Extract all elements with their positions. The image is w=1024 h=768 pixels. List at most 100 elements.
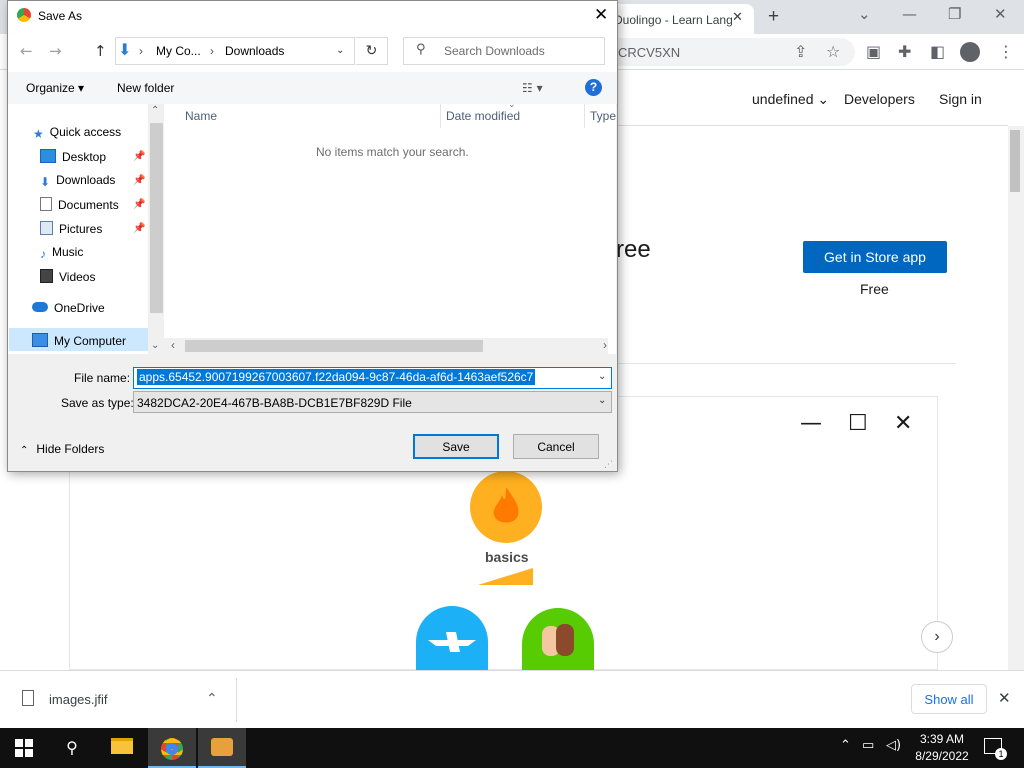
address-text: CRCV5XN [618, 45, 681, 60]
progress-wedge-icon [478, 568, 533, 585]
windows-start-icon[interactable] [0, 728, 48, 768]
breadcrumb-my-computer[interactable]: My Co... [156, 44, 201, 58]
search-icon[interactable]: ⚲ [48, 728, 96, 768]
search-icon: ⚲ [416, 42, 426, 57]
notification-badge: 1 [995, 748, 1007, 760]
back-arrow-icon[interactable]: ← [20, 42, 33, 60]
menu-icon[interactable]: ⋮ [998, 42, 1014, 61]
view-options-icon[interactable]: ☷ ▾ [522, 81, 543, 95]
profile-icon[interactable] [960, 42, 980, 62]
tab-close-icon[interactable]: ✕ [732, 9, 743, 25]
forward-arrow-icon[interactable]: → [49, 42, 62, 60]
nav-item-videos[interactable]: Videos [40, 269, 95, 284]
nav-label: OneDrive [54, 301, 105, 315]
file-icon [22, 690, 34, 706]
pin-icon[interactable]: 📌 [133, 199, 145, 210]
page-scrollbar-thumb[interactable] [1010, 130, 1020, 192]
nav-label: Quick access [49, 125, 122, 139]
pin-icon[interactable]: 📌 [133, 151, 145, 162]
chevron-down-icon[interactable]: ⌄ [336, 45, 344, 56]
nav-undefined[interactable]: undefined ⌄ [752, 91, 829, 108]
column-header-date-modified[interactable]: Date modified [446, 109, 520, 123]
scroll-up-icon[interactable]: ⌃ [151, 105, 159, 116]
people-skill-icon [522, 608, 594, 670]
organize-menu[interactable]: Organize ▾ [26, 81, 84, 95]
help-icon[interactable]: ? [585, 79, 602, 96]
new-folder-button[interactable]: New folder [117, 81, 174, 95]
chevron-down-icon[interactable]: ⌄ [598, 395, 606, 406]
column-header-type[interactable]: Type [590, 109, 616, 123]
pin-icon[interactable]: 📌 [133, 175, 145, 186]
browser-tab[interactable]: Duolingo - Learn Lang [600, 4, 754, 34]
scroll-right-icon[interactable]: › [603, 338, 607, 352]
nav-item-quick-access[interactable]: ★ Quick access [33, 125, 121, 141]
window-close-icon[interactable]: ✕ [994, 5, 1007, 23]
column-header-name[interactable]: Name [185, 109, 217, 123]
new-tab-button[interactable]: + [768, 6, 779, 28]
pin-icon[interactable]: 📌 [133, 223, 145, 234]
downloads-close-icon[interactable]: ✕ [998, 689, 1011, 707]
extension-icon[interactable]: ✚ [898, 42, 911, 61]
column-separator[interactable] [440, 104, 441, 128]
file-name-value: apps.65452.9007199267003607.f22da094-9c8… [137, 369, 536, 385]
nav-item-onedrive[interactable]: OneDrive [32, 301, 105, 315]
nav-item-documents[interactable]: Documents [40, 197, 119, 212]
file-explorer-icon[interactable] [98, 728, 146, 768]
nav-item-music[interactable]: ♪ Music [40, 245, 83, 261]
download-item[interactable]: images.jfif [49, 692, 108, 707]
scroll-left-icon[interactable]: ‹ [171, 338, 175, 352]
download-icon: ⬇ [40, 175, 51, 189]
cancel-button[interactable]: Cancel [513, 434, 599, 459]
nav-label: Downloads [56, 173, 116, 187]
scroll-down-icon[interactable]: ⌄ [151, 340, 159, 351]
address-bar[interactable]: CRCV5XN [600, 38, 855, 66]
download-icon: ⬇ [118, 40, 132, 59]
nav-undefined-label: undefined [752, 91, 814, 107]
dialog-titlebar[interactable] [8, 1, 617, 32]
nav-item-desktop[interactable]: Desktop [40, 149, 106, 164]
nav-item-pictures[interactable]: Pictures [40, 221, 102, 236]
hide-folders-toggle[interactable]: ⌃ Hide Folders [20, 442, 104, 456]
share-icon[interactable]: ⇪ [794, 42, 807, 61]
maximize-icon[interactable]: ❐ [948, 5, 961, 23]
nav-label: Videos [59, 270, 96, 284]
hide-folders-label: Hide Folders [36, 442, 105, 456]
minimize-icon[interactable]: — [902, 5, 917, 23]
chrome-icon[interactable] [148, 728, 196, 768]
clipboard-icon[interactable]: ▣ [866, 42, 881, 61]
show-all-button[interactable]: Show all [911, 684, 987, 714]
tab-search-icon[interactable]: ⌄ [858, 5, 871, 23]
nav-pane-scrollbar-thumb[interactable] [150, 123, 163, 313]
page-scrollbar[interactable] [1008, 126, 1024, 670]
nav-item-my-computer[interactable]: My Computer [32, 333, 126, 348]
chevron-down-icon[interactable]: ⌄ [598, 371, 606, 382]
breadcrumb-separator-icon: › [139, 44, 143, 58]
next-screenshot-button[interactable]: › [921, 621, 953, 653]
save-as-type-select[interactable]: 3482DCA2-20E4-467B-BA8B-DCB1E7BF829D Fil… [133, 391, 612, 413]
chevron-up-icon[interactable]: ⌃ [206, 690, 218, 707]
videos-icon [40, 269, 53, 283]
nav-label: Music [52, 245, 84, 259]
file-list-hscrollbar-thumb[interactable] [185, 340, 483, 352]
preview-close-icon: ✕ [894, 411, 913, 436]
get-in-store-button[interactable]: Get in Store app [803, 241, 947, 273]
nav-developers[interactable]: Developers [844, 91, 915, 107]
nav-item-downloads[interactable]: ⬇ Downloads [40, 173, 115, 189]
up-arrow-icon[interactable]: ↑ [94, 42, 107, 60]
save-button[interactable]: Save [413, 434, 499, 459]
chevron-up-icon[interactable]: ⌃ [840, 738, 851, 753]
refresh-button[interactable]: ↻ [356, 37, 388, 65]
network-icon[interactable]: ▭ [862, 738, 874, 753]
dialog-close-icon[interactable]: ✕ [594, 5, 608, 25]
column-separator[interactable] [584, 104, 585, 128]
nav-sign-in[interactable]: Sign in [939, 91, 982, 107]
breadcrumb-downloads[interactable]: Downloads [225, 44, 284, 58]
resize-grip-icon[interactable]: ⋰ [604, 460, 613, 470]
star-icon[interactable]: ☆ [826, 42, 840, 61]
nav-label: My Computer [54, 334, 127, 348]
clock[interactable]: 3:39 AM 8/29/2022 [912, 731, 972, 765]
volume-icon[interactable]: ◁) [886, 738, 901, 753]
preview-minimize-icon: — [800, 411, 822, 436]
app-icon[interactable] [198, 728, 246, 768]
sidepanel-icon[interactable]: ◧ [930, 42, 945, 61]
